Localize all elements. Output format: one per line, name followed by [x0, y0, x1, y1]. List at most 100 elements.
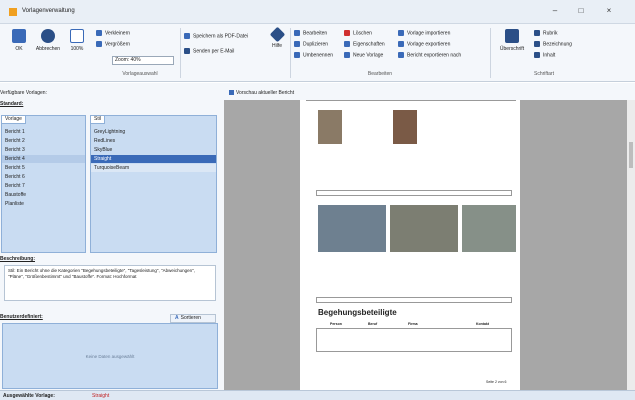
ribbon-separator — [490, 28, 491, 78]
save-pdf-label: Speichern als PDF-Datei — [193, 33, 249, 40]
list-item[interactable]: Bericht 2 — [2, 137, 25, 145]
list-item[interactable]: RedLines — [91, 137, 115, 145]
help-label: Hilfe — [271, 43, 282, 49]
table-row — [316, 297, 512, 303]
duplicate-label: Duplizieren — [303, 41, 329, 48]
rubric-button[interactable]: Rubrik — [534, 30, 557, 36]
photo — [393, 110, 417, 144]
content-button[interactable]: Inhalt — [534, 52, 555, 58]
sort-icon: A — [175, 315, 179, 321]
import-template-label: Vorlage importieren — [407, 30, 451, 37]
cancel-button[interactable]: Abbrechen — [32, 29, 64, 52]
new-template-label: Neue Vorlage — [353, 52, 384, 59]
rename-label: Umbenennen — [303, 52, 334, 59]
delete-icon — [344, 30, 350, 36]
export-icon — [398, 41, 404, 47]
new-template-button[interactable]: Neue Vorlage — [344, 52, 383, 58]
status-label: Ausgewählte Vorlage: — [3, 393, 55, 399]
no-data-text: Keine Daten ausgewählt — [85, 354, 135, 359]
sort-label: Sortieren — [180, 315, 201, 321]
send-email-label: Senden per E-Mail — [193, 48, 235, 55]
template-list[interactable]: Vorlage Bericht 1 Bericht 2 Bericht 3 Be… — [1, 115, 86, 253]
rename-button[interactable]: Umbenennen — [294, 52, 333, 58]
col-person: Person — [330, 322, 342, 326]
list-item[interactable]: Bericht 7 — [2, 182, 25, 190]
help-button[interactable]: Hilfe — [266, 26, 288, 49]
list-item[interactable]: GreyLightning — [91, 128, 125, 136]
col-contact: Kontakt — [476, 322, 490, 326]
col-job: Beruf — [368, 322, 378, 326]
ok-button[interactable]: OK — [8, 29, 30, 52]
export-template-button[interactable]: Vorlage exportieren — [398, 41, 450, 47]
export-report-label: Bericht exportieren nach — [407, 52, 462, 59]
heading-button[interactable]: Überschrift — [494, 29, 530, 52]
help-icon — [269, 26, 285, 43]
minimize-button[interactable]: – — [544, 3, 566, 19]
delete-button[interactable]: Löschen — [344, 30, 372, 36]
edit-button[interactable]: Bearbeiten — [294, 30, 327, 36]
zoom-100-label: 100% — [70, 46, 84, 52]
page-icon — [70, 29, 84, 43]
rubric-label: Rubrik — [543, 30, 558, 37]
style-tab[interactable]: Stil — [90, 115, 105, 124]
power-icon — [41, 29, 55, 43]
import-icon — [398, 30, 404, 36]
ribbon: OK Abbrechen 100% Verkleinern Vergrößern… — [0, 24, 635, 82]
page-rule — [306, 100, 516, 101]
designation-icon — [534, 41, 540, 47]
photo — [390, 205, 458, 252]
report-page: Begehungsbeteiligte Person Beruf Firma K… — [300, 100, 520, 390]
zoom-out-icon — [96, 41, 102, 47]
duplicate-icon — [294, 41, 300, 47]
ribbon-separator — [180, 28, 181, 78]
template-tab[interactable]: Vorlage — [1, 115, 26, 124]
list-item[interactable]: Planliste — [2, 200, 24, 208]
col-company: Firma — [408, 322, 418, 326]
style-list[interactable]: Stil GreyLightning RedLines SkyBlue Stra… — [90, 115, 217, 253]
send-email-button[interactable]: Senden per E-Mail — [184, 48, 234, 54]
ribbon-separator — [290, 28, 291, 78]
zoom-in-label: Verkleinern — [105, 30, 131, 37]
list-item[interactable]: TurquoiseBeam — [91, 164, 216, 172]
designation-button[interactable]: Bezeichnung — [534, 41, 572, 47]
heading-icon — [505, 29, 519, 43]
list-item[interactable]: Bericht 1 — [2, 128, 25, 136]
zoom-out-button[interactable]: Vergrößern — [96, 41, 130, 47]
delete-label: Löschen — [353, 30, 372, 37]
new-icon — [344, 52, 350, 58]
content-icon — [534, 52, 540, 58]
properties-button[interactable]: Eigenschaften — [344, 41, 385, 47]
list-item[interactable]: SkyBlue — [91, 146, 112, 154]
zoom-in-button[interactable]: Verkleinern — [96, 30, 130, 36]
photo — [318, 205, 386, 252]
import-template-button[interactable]: Vorlage importieren — [398, 30, 450, 36]
list-item[interactable]: Baustoffe — [2, 191, 26, 199]
save-pdf-button[interactable]: Speichern als PDF-Datei — [184, 33, 248, 39]
scrollbar-thumb[interactable] — [629, 142, 633, 168]
close-button[interactable]: × — [598, 3, 620, 19]
duplicate-button[interactable]: Duplizieren — [294, 41, 328, 47]
zoom-select[interactable]: Zoom: 40% — [112, 56, 174, 65]
list-item[interactable]: Bericht 5 — [2, 164, 25, 172]
zoom-in-icon — [96, 30, 102, 36]
list-item[interactable]: Bericht 4 — [2, 155, 85, 163]
export-report-button[interactable]: Bericht exportieren nach — [398, 52, 461, 58]
designation-label: Bezeichnung — [543, 41, 572, 48]
export-report-icon — [398, 52, 404, 58]
ok-label: OK — [15, 46, 23, 52]
list-item[interactable]: Bericht 3 — [2, 146, 25, 154]
sort-button[interactable]: A Sortieren — [170, 314, 216, 323]
edit-icon — [294, 30, 300, 36]
list-item-selected[interactable]: Straight — [91, 155, 216, 163]
heading-label: Überschrift — [499, 46, 525, 52]
group-preview-label: Vorlageauswahl — [122, 71, 158, 77]
group-edit-label: Bearbeiten — [367, 71, 393, 77]
maximize-button[interactable]: □ — [570, 3, 592, 19]
section-title: Begehungsbeteiligte — [318, 308, 397, 317]
user-defined-list[interactable]: Keine Daten ausgewählt — [2, 323, 218, 389]
zoom-100-button[interactable]: 100% — [66, 29, 88, 52]
list-item[interactable]: Bericht 6 — [2, 173, 25, 181]
zoom-out-label: Vergrößern — [105, 41, 131, 48]
preview-label: Vorschau aktueller Bericht — [236, 90, 295, 96]
content-label: Inhalt — [543, 52, 556, 59]
